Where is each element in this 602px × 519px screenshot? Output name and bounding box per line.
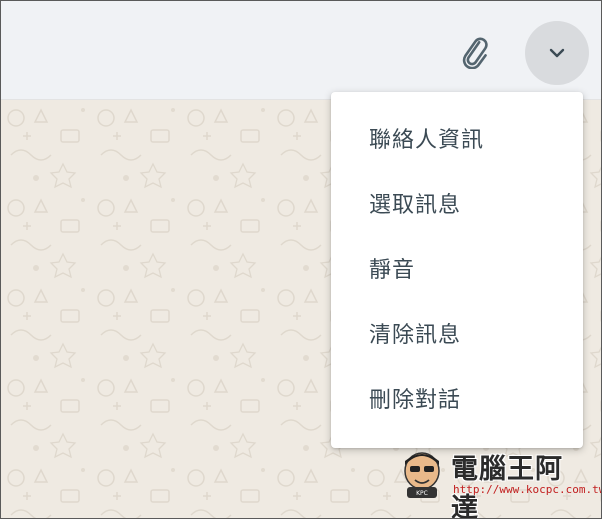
paperclip-icon [462, 37, 488, 69]
menu-item-select-messages[interactable]: 選取訊息 [331, 170, 583, 235]
watermark: KPC 電腦王阿達 http://www.kocpc.com.tw [399, 447, 601, 518]
chevron-down-icon [549, 48, 565, 58]
menu-toggle-button[interactable] [525, 21, 589, 85]
watermark-url: http://www.kocpc.com.tw [453, 483, 602, 496]
mascot-logo: KPC [404, 452, 440, 498]
attach-button[interactable] [456, 37, 496, 69]
context-menu: 聯絡人資訊 選取訊息 靜音 清除訊息 刪除對話 [331, 92, 583, 448]
chat-header [1, 1, 601, 100]
menu-item-mute[interactable]: 靜音 [331, 235, 583, 300]
svg-text:KPC: KPC [416, 490, 428, 497]
app-window: 聯絡人資訊 選取訊息 靜音 清除訊息 刪除對話 KPC 電腦王阿達 http:/… [0, 0, 602, 519]
menu-item-delete-chat[interactable]: 刪除對話 [331, 365, 583, 430]
menu-item-contact-info[interactable]: 聯絡人資訊 [331, 105, 583, 170]
menu-item-clear-messages[interactable]: 清除訊息 [331, 300, 583, 365]
